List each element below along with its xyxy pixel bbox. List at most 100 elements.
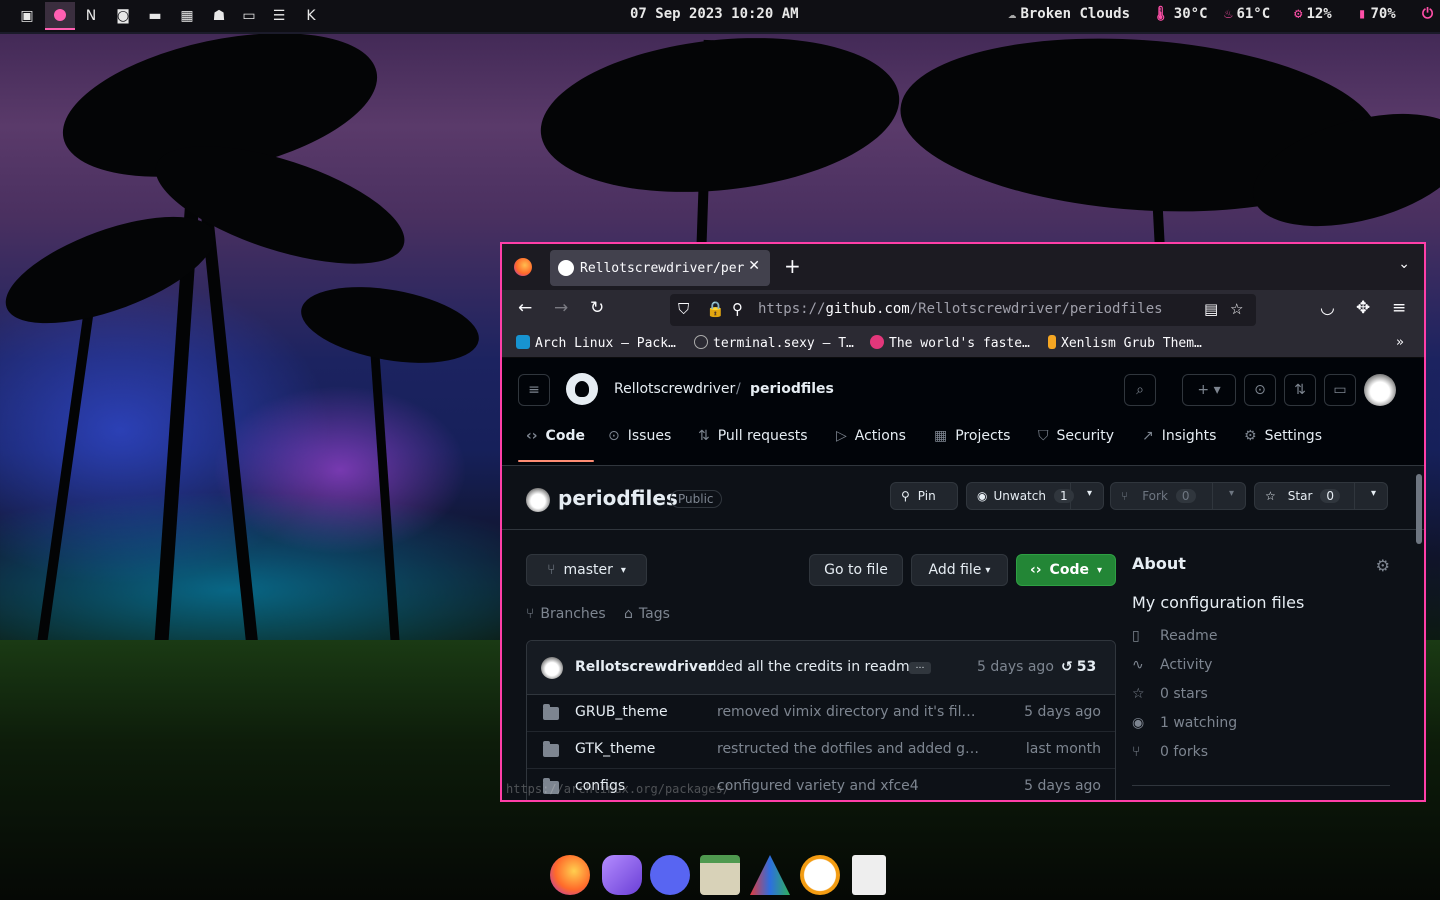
folder-icon[interactable]: ▬	[144, 5, 166, 27]
pin-button[interactable]: ⚲ Pin	[890, 482, 958, 510]
forks-link[interactable]: ⑂ 0 forks	[1132, 738, 1390, 767]
browser-tab[interactable]: Rellotscrewdriver/periodfiles ✕	[550, 250, 770, 286]
scrollbar[interactable]	[1416, 474, 1422, 544]
reader-view-icon[interactable]: ▤	[1204, 300, 1218, 318]
table-row[interactable]: GRUB_theme removed vimix directory and i…	[527, 695, 1115, 732]
table-row[interactable]: GTK_theme restructed the dotfiles and ad…	[527, 732, 1115, 769]
tab-pull-requests[interactable]: ⇅ Pull requests	[698, 428, 808, 444]
pocket-icon[interactable]: ◡	[1320, 298, 1335, 318]
repo-description: My configuration files	[1132, 593, 1305, 612]
watching-link[interactable]: ◉ 1 watching	[1132, 709, 1390, 738]
firefox-icon[interactable]	[550, 855, 590, 895]
fork-button[interactable]: ⑂ Fork 0 ▾	[1110, 482, 1246, 510]
bookmark-arch[interactable]: Arch Linux – Pack…	[516, 335, 676, 351]
more-bookmarks-icon[interactable]: »	[1396, 335, 1404, 350]
power-icon[interactable]: ⏻	[1422, 6, 1433, 22]
gear-icon: ⚙	[1244, 428, 1257, 444]
back-icon[interactable]: ←	[518, 298, 532, 318]
arch-installer-icon[interactable]	[750, 855, 790, 895]
reload-icon[interactable]: ↻	[590, 298, 604, 318]
github-logo-icon[interactable]	[566, 373, 598, 405]
search-icon[interactable]: ⌕	[1124, 374, 1156, 406]
add-file-button[interactable]: Add file ▾	[911, 554, 1008, 586]
files-icon[interactable]	[700, 855, 740, 895]
clock[interactable]: 07 Sep 2023 10:20 AM	[630, 6, 799, 22]
file-name[interactable]: GRUB_theme	[575, 704, 668, 720]
tags-link[interactable]: ⌂ Tags	[624, 606, 670, 622]
stars-link[interactable]: ☆ 0 stars	[1132, 680, 1390, 709]
activity-link[interactable]: ∿ Activity	[1132, 651, 1390, 680]
repo-avatar	[526, 488, 550, 512]
grid-icon[interactable]: ▦	[176, 5, 198, 27]
text-editor-icon[interactable]	[852, 855, 886, 895]
hamburger-icon[interactable]: ≡	[518, 374, 550, 406]
code-dropdown-button[interactable]: ‹› Code ▾	[1016, 554, 1116, 586]
star-button[interactable]: ☆ Star 0 ▾	[1254, 482, 1388, 510]
extensions-icon[interactable]: ✥	[1356, 298, 1370, 318]
go-to-file-button[interactable]: Go to file	[809, 554, 903, 586]
nav-bar: ← → ↻ ⛉ 🔒 ⚲ https://github.com/Rellotscr…	[502, 290, 1424, 330]
file-commit-message[interactable]: removed vimix directory and it's files f…	[717, 704, 983, 720]
commit-author[interactable]: Rellotscrewdriver	[575, 659, 714, 675]
lock-icon[interactable]: 🔒	[706, 300, 725, 318]
new-tab-button[interactable]: +	[784, 254, 801, 278]
clock-icon[interactable]	[800, 855, 840, 895]
readme-link[interactable]: ▯ Readme	[1132, 622, 1390, 651]
bookmark-terminal-sexy[interactable]: terminal.sexy – T…	[694, 335, 854, 351]
tab-projects[interactable]: ▦ Projects	[934, 428, 1010, 444]
tab-security[interactable]: ⛉ Security	[1038, 428, 1114, 444]
permissions-icon[interactable]: ⚲	[732, 300, 743, 318]
screen-icon[interactable]: ▭	[238, 5, 260, 27]
gear-icon[interactable]: ⚙	[1376, 556, 1390, 575]
tab-settings[interactable]: ⚙ Settings	[1244, 428, 1322, 444]
shield-icon[interactable]: ⛉	[678, 300, 689, 318]
breadcrumb-repo[interactable]: periodfiles	[750, 381, 834, 397]
bookmark-star-icon[interactable]: ☆	[1230, 300, 1243, 318]
bookmark-xenlism[interactable]: Xenlism Grub Them…	[1048, 335, 1202, 351]
commit-message[interactable]: added all the credits in readme	[699, 659, 918, 675]
discord-icon[interactable]: ◙	[112, 5, 134, 27]
ellipsis-icon[interactable]: …	[909, 662, 931, 674]
close-icon[interactable]: ✕	[748, 258, 760, 274]
issues-icon[interactable]: ⊙	[1244, 374, 1276, 406]
file-commit-message[interactable]: restructed the dotfiles and added greete…	[717, 741, 983, 757]
tab-actions[interactable]: ▷ Actions	[836, 428, 906, 444]
url-bar[interactable]: ⛉ 🔒 ⚲ https://github.com/Rellotscrewdriv…	[670, 294, 1256, 326]
caret-down-icon[interactable]: ▾	[1229, 488, 1234, 499]
database-icon[interactable]: ☰	[268, 5, 290, 27]
breadcrumb-owner[interactable]: Rellotscrewdriver	[614, 381, 735, 397]
app-icon[interactable]	[45, 2, 75, 30]
url-text[interactable]: https://github.com/Rellotscrewdriver/per…	[758, 301, 1163, 317]
create-new-button[interactable]: + ▾	[1182, 374, 1236, 406]
chevron-down-icon[interactable]: ⌄	[1398, 256, 1410, 272]
unwatch-button[interactable]: ◉ Unwatch 1 ▾	[966, 482, 1104, 510]
avatar[interactable]	[541, 657, 563, 679]
menu-icon[interactable]: ≡	[1392, 298, 1406, 318]
tab-insights[interactable]: ↗ Insights	[1142, 428, 1216, 444]
caret-down-icon[interactable]: ▾	[1087, 488, 1092, 499]
repo-name[interactable]: periodfiles	[558, 486, 678, 510]
tab-issues[interactable]: ⊙ Issues	[608, 428, 671, 444]
terminal-icon[interactable]: ▣	[16, 5, 38, 27]
file-name[interactable]: GTK_theme	[575, 741, 655, 757]
kde-icon[interactable]: K	[300, 5, 322, 27]
notion-icon[interactable]: N	[80, 5, 102, 27]
forward-icon[interactable]: →	[554, 298, 568, 318]
inbox-icon[interactable]: ▭	[1324, 374, 1356, 406]
ghost-icon[interactable]: ☗	[208, 5, 230, 27]
visibility-badge: Public	[670, 490, 722, 508]
globe-icon	[694, 335, 708, 349]
file-commit-message[interactable]: configured variety and xfce4	[717, 778, 983, 794]
obsidian-icon[interactable]	[602, 855, 642, 895]
commit-history-link[interactable]: ↺ 53	[1061, 659, 1096, 675]
avatar[interactable]	[1364, 374, 1396, 406]
bookmark-worlds-fastest[interactable]: The world's faste…	[870, 335, 1030, 351]
tab-code[interactable]: ‹› Code	[526, 428, 585, 444]
pull-requests-icon[interactable]: ⇅	[1284, 374, 1316, 406]
firefox-icon[interactable]	[514, 258, 532, 276]
caret-down-icon[interactable]: ▾	[1371, 488, 1376, 499]
discord-icon[interactable]	[650, 855, 690, 895]
branches-link[interactable]: ⑂ Branches	[526, 606, 606, 622]
tab-bar: Rellotscrewdriver/periodfiles ✕ + ⌄	[502, 244, 1424, 290]
branch-selector[interactable]: ⑂ master ▾	[526, 554, 647, 586]
